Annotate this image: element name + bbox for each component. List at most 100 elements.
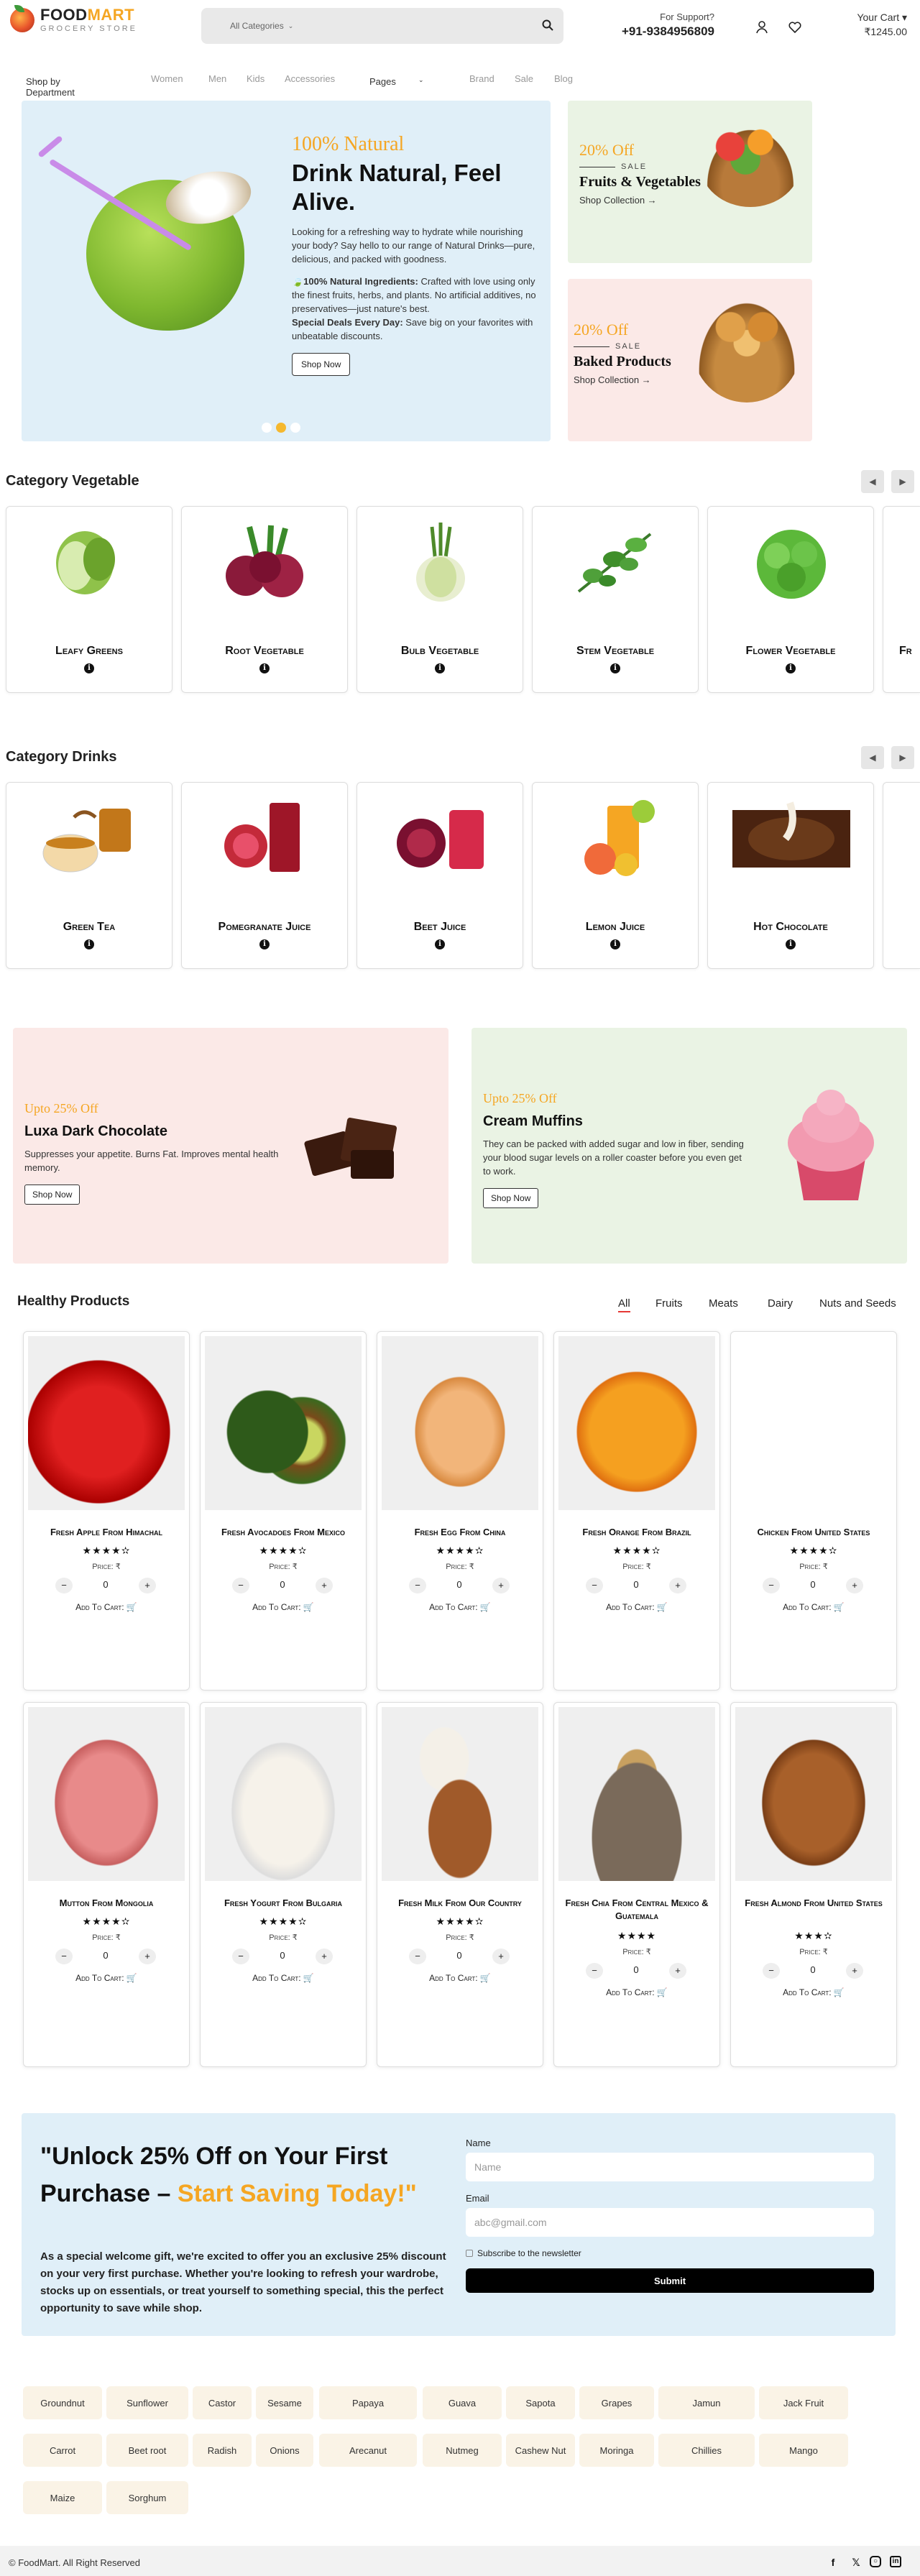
tab-all[interactable]: All (618, 1297, 630, 1312)
increment-button[interactable]: + (669, 1963, 686, 1979)
facebook-icon[interactable]: f (827, 2556, 840, 2569)
product-card[interactable]: Fresh Almond From United States ★★★✫ Price… (730, 1702, 897, 2067)
tag-chip[interactable]: Sapota (506, 2386, 575, 2419)
tag-chip[interactable]: Guava (423, 2386, 502, 2419)
category-card[interactable]: Flower Vegetable i (707, 506, 874, 693)
nav-link-brand[interactable]: Brand (469, 73, 494, 84)
category-card[interactable]: Green Tea i (6, 782, 172, 969)
add-to-cart-button[interactable]: Add To Cart: 🛒 (24, 1602, 189, 1612)
nav-link-blog[interactable]: Blog (554, 73, 573, 84)
email-input[interactable]: abc@gmail.com (466, 2208, 874, 2237)
tab-nuts-and-seeds[interactable]: Nuts and Seeds (819, 1297, 896, 1310)
tag-chip[interactable]: Sunflower (106, 2386, 188, 2419)
tag-chip[interactable]: Cashew Nut (506, 2434, 575, 2467)
search-bar[interactable]: All Categories ⌄ (201, 8, 564, 44)
increment-button[interactable]: + (846, 1963, 863, 1979)
tag-chip[interactable]: Mango (759, 2434, 848, 2467)
user-icon[interactable] (755, 20, 769, 34)
nav-link-kids[interactable]: Kids (247, 73, 264, 84)
category-card[interactable]: Hot Chocolate i (707, 782, 874, 969)
increment-button[interactable]: + (492, 1578, 510, 1593)
name-input[interactable]: Name (466, 2153, 874, 2181)
cart-summary[interactable]: Your Cart ▾ ₹1245.00 (835, 12, 907, 38)
carousel-next-button[interactable]: ▶ (891, 470, 914, 493)
product-card[interactable]: Mutton From Mongolia ★★★★✫ Price: ₹ − 0 + Add … (23, 1702, 190, 2067)
increment-button[interactable]: + (492, 1949, 510, 1964)
tag-chip[interactable]: Arecanut (319, 2434, 417, 2467)
carousel-prev-button[interactable]: ◀ (861, 746, 884, 769)
quantity-value[interactable]: 0 (97, 1579, 114, 1590)
tag-chip[interactable]: Chillies (658, 2434, 755, 2467)
add-to-cart-button[interactable]: Add To Cart: 🛒 (201, 1973, 366, 1983)
logo[interactable]: FOODMART GROCERY STORE (10, 5, 137, 33)
checkbox-box[interactable] (466, 2250, 473, 2257)
quantity-value[interactable]: 0 (627, 1964, 645, 1975)
nav-link-sale[interactable]: Sale (515, 73, 533, 84)
tag-chip[interactable]: Moringa (579, 2434, 654, 2467)
info-icon[interactable]: i (435, 939, 445, 949)
quantity-value[interactable]: 0 (804, 1579, 822, 1590)
increment-button[interactable]: + (316, 1949, 333, 1964)
quantity-value[interactable]: 0 (627, 1579, 645, 1590)
add-to-cart-button[interactable]: Add To Cart: 🛒 (731, 1602, 896, 1612)
quantity-value[interactable]: 0 (97, 1950, 114, 1961)
add-to-cart-button[interactable]: Add To Cart: 🛒 (731, 1987, 896, 1997)
decrement-button[interactable]: − (232, 1578, 249, 1593)
tag-chip[interactable]: Maize (23, 2481, 102, 2514)
nav-link-accessories[interactable]: Accessories (285, 73, 335, 84)
quantity-value[interactable]: 0 (804, 1964, 822, 1975)
carousel-prev-button[interactable]: ◀ (861, 470, 884, 493)
decrement-button[interactable]: − (586, 1578, 603, 1593)
slider-dot[interactable] (290, 423, 300, 433)
banner-shop-now-button[interactable]: Shop Now (483, 1188, 539, 1208)
category-card[interactable]: Bulb Vegetable i (356, 506, 523, 693)
info-icon[interactable]: i (435, 663, 445, 673)
add-to-cart-button[interactable]: Add To Cart: 🛒 (201, 1602, 366, 1612)
decrement-button[interactable]: − (763, 1963, 780, 1979)
product-card[interactable]: Fresh Milk From Our Country ★★★★✫ Price: ₹… (377, 1702, 543, 2067)
add-to-cart-button[interactable]: Add To Cart: 🛒 (377, 1602, 543, 1612)
category-card[interactable]: Beet Juice i (356, 782, 523, 969)
promo-card-fruits[interactable]: 20% Off SALE Fruits & Vegetables Shop Co… (568, 101, 812, 263)
tag-chip[interactable]: Sesame (256, 2386, 313, 2419)
decrement-button[interactable]: − (409, 1949, 426, 1964)
hero-shop-now-button[interactable]: Shop Now (292, 353, 351, 376)
decrement-button[interactable]: − (586, 1963, 603, 1979)
tag-chip[interactable]: Beet root (106, 2434, 188, 2467)
quantity-value[interactable]: 0 (451, 1579, 468, 1590)
tab-meats[interactable]: Meats (709, 1297, 738, 1310)
tab-dairy[interactable]: Dairy (768, 1297, 793, 1310)
tag-chip[interactable]: Grapes (579, 2386, 654, 2419)
info-icon[interactable]: i (84, 663, 94, 673)
info-icon[interactable]: i (786, 939, 796, 949)
tag-chip[interactable]: Castor (193, 2386, 252, 2419)
product-card[interactable]: Fresh Chia From Central Mexico & Guatema… (553, 1702, 720, 2067)
add-to-cart-button[interactable]: Add To Cart: 🛒 (554, 1987, 719, 1997)
slider-dot-active[interactable] (276, 423, 286, 433)
tag-chip[interactable]: Sorghum (106, 2481, 188, 2514)
tag-chip[interactable]: Radish (193, 2434, 252, 2467)
decrement-button[interactable]: − (55, 1578, 73, 1593)
decrement-button[interactable]: − (232, 1949, 249, 1964)
product-card[interactable]: Fresh Egg From China ★★★★✫ Price: ₹ − 0 + Add … (377, 1331, 543, 1690)
add-to-cart-button[interactable]: Add To Cart: 🛒 (554, 1602, 719, 1612)
quantity-value[interactable]: 0 (274, 1579, 291, 1590)
quantity-value[interactable]: 0 (274, 1950, 291, 1961)
info-icon[interactable]: i (259, 663, 270, 673)
category-card[interactable]: Pomegranate Juice i (181, 782, 348, 969)
info-icon[interactable]: i (786, 663, 796, 673)
heart-icon[interactable] (788, 20, 802, 34)
instagram-icon[interactable]: ○ (870, 2556, 881, 2567)
category-card-partial[interactable]: Fr (883, 506, 920, 693)
product-card[interactable]: Fresh Yogurt From Bulgaria ★★★★✫ Price: ₹ −… (200, 1702, 367, 2067)
info-icon[interactable]: i (84, 939, 94, 949)
increment-button[interactable]: + (669, 1578, 686, 1593)
decrement-button[interactable]: − (409, 1578, 426, 1593)
product-card[interactable]: Fresh Avocadoes From Mexico ★★★★✫ Price: ₹… (200, 1331, 367, 1690)
x-icon[interactable]: 𝕏 (850, 2556, 862, 2569)
submit-button[interactable]: Submit (466, 2268, 874, 2293)
info-icon[interactable]: i (259, 939, 270, 949)
add-to-cart-button[interactable]: Add To Cart: 🛒 (377, 1973, 543, 1983)
support-phone[interactable]: +91-9384956809 (617, 24, 714, 39)
nav-link-men[interactable]: Men (208, 73, 226, 84)
